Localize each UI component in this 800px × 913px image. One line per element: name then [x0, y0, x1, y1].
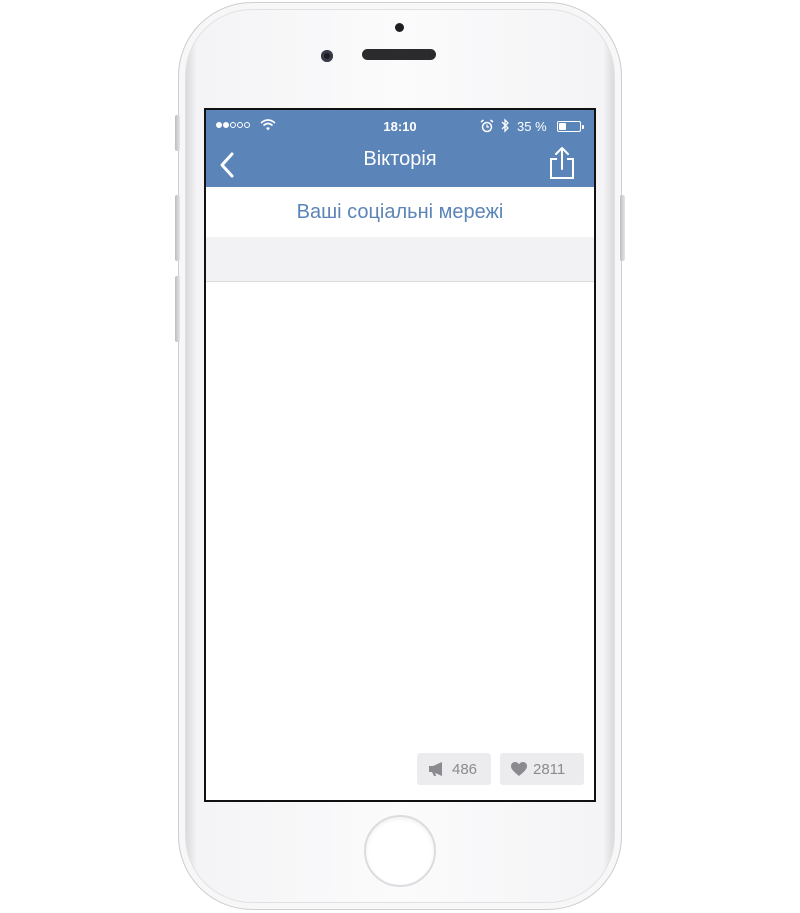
top-bar: 18:10 35 % Вікторія [206, 110, 594, 187]
repost-button[interactable]: 486 [417, 753, 491, 785]
section-separator [206, 237, 594, 282]
battery-fill [559, 123, 566, 130]
share-icon[interactable] [548, 145, 576, 181]
repost-count: 486 [452, 760, 478, 778]
volume-down-button [175, 276, 180, 342]
proximity-sensor [395, 23, 404, 32]
like-count: 2811 [533, 760, 566, 778]
section-title[interactable]: Ваші соціальні мережі [206, 187, 594, 237]
bluetooth-icon [501, 118, 509, 133]
earpiece-speaker [362, 49, 436, 60]
heart-icon [511, 762, 527, 776]
battery-percent: 35 % [517, 119, 547, 134]
front-camera-icon [321, 50, 333, 62]
mute-switch [175, 115, 180, 151]
phone-screen: 18:10 35 % Вікторія Ваші соціальні мереж… [204, 108, 596, 802]
nav-bar: Вікторія [206, 142, 594, 187]
power-button [620, 195, 625, 261]
like-button[interactable]: 2811 [500, 753, 584, 785]
status-bar: 18:10 35 % [206, 110, 594, 142]
battery-nub [582, 125, 584, 129]
battery-icon [557, 121, 584, 132]
alarm-icon [480, 119, 494, 133]
megaphone-icon [429, 762, 442, 776]
volume-up-button [175, 195, 180, 261]
page-title: Вікторія [363, 148, 437, 170]
home-button[interactable] [364, 815, 436, 887]
